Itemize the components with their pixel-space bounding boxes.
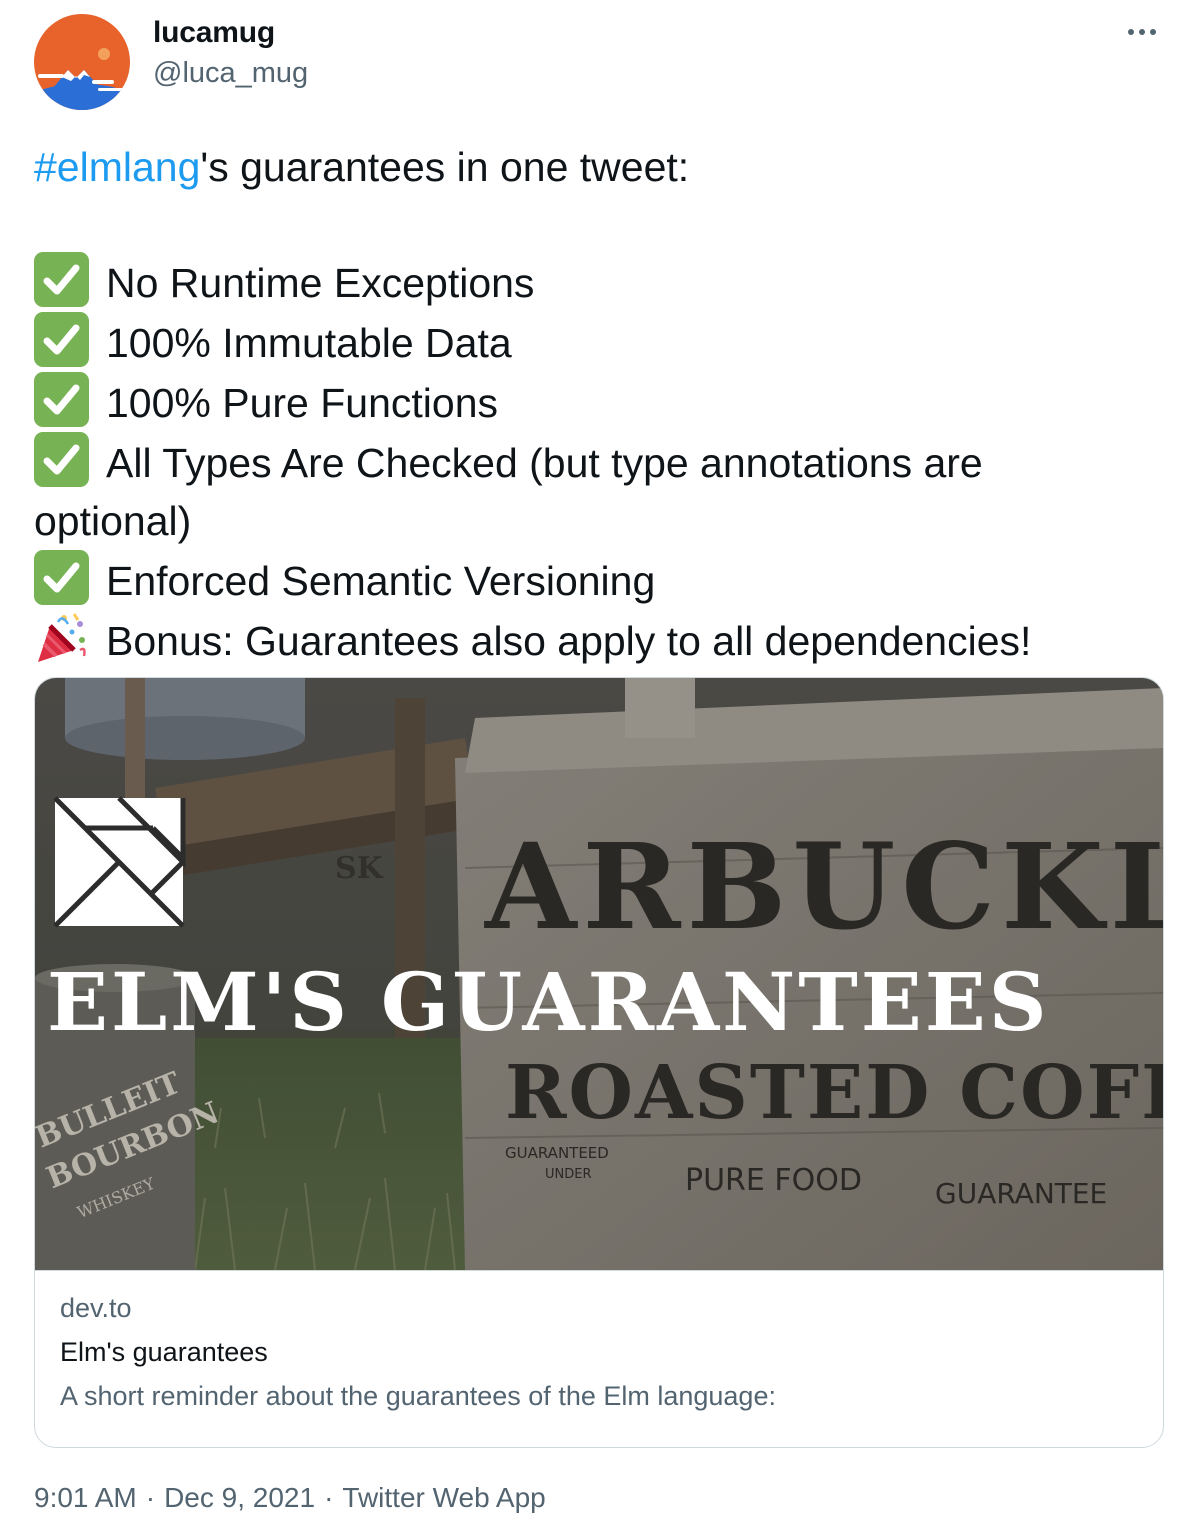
check-mark-button-icon: [34, 312, 89, 367]
tweet-time[interactable]: 9:01 AM: [34, 1482, 137, 1513]
card-image-illustration: ARBUCKL ROASTED COFFE GUARANTEED UNDER P…: [35, 678, 1163, 1270]
more-horizontal-icon-dot: [1139, 29, 1145, 35]
guarantee-item-text: 100% Pure Functions: [106, 380, 499, 426]
author-handle[interactable]: @luca_mug: [153, 57, 308, 90]
guarantee-item: 100% Immutable Data: [34, 312, 1164, 372]
guarantee-item-continuation: optional): [34, 498, 192, 544]
tweet-date[interactable]: Dec 9, 2021: [164, 1482, 315, 1513]
elm-logo-icon: [53, 796, 186, 928]
footer-separator: ·: [324, 1482, 334, 1513]
card-title: Elm's guarantees: [60, 1337, 268, 1367]
card-meta: dev.to Elm's guarantees A short reminder…: [35, 1270, 1163, 1447]
link-preview-card[interactable]: ARBUCKL ROASTED COFFE GUARANTEED UNDER P…: [34, 677, 1164, 1448]
tweet-intro-line: #elmlang's guarantees in one tweet:: [34, 138, 1164, 196]
guarantee-item: All Types Are Checked (but type annotati…: [34, 432, 1164, 492]
author-display-name[interactable]: lucamug: [153, 16, 275, 50]
guarantee-item: Enforced Semantic Versioning: [34, 550, 1164, 610]
guarantee-item-text: Enforced Semantic Versioning: [106, 558, 656, 604]
more-options-button[interactable]: [1116, 12, 1168, 52]
card-banner-text: ELM'S GUARANTEES: [47, 955, 1050, 1049]
tweet: lucamug @luca_mug #elmlang's guarantees …: [0, 0, 1196, 1540]
tweet-text: #elmlang's guarantees in one tweet: No R…: [34, 138, 1164, 670]
guarantee-item-text: All Types Are Checked (but type annotati…: [106, 440, 983, 486]
guarantee-item-text: No Runtime Exceptions: [106, 260, 535, 306]
guarantee-item: No Runtime Exceptions: [34, 252, 1164, 312]
card-image: ARBUCKL ROASTED COFFE GUARANTEED UNDER P…: [35, 678, 1163, 1270]
card-description: A short reminder about the guarantees of…: [60, 1381, 776, 1411]
check-mark-button-icon: [34, 372, 89, 427]
more-horizontal-icon: [1128, 29, 1134, 35]
check-mark-button-icon: [34, 432, 89, 487]
bonus-item: Bonus: Guarantees also apply to all depe…: [34, 610, 1164, 670]
guarantee-item-text: 100% Immutable Data: [106, 320, 512, 366]
guarantee-item: 100% Pure Functions: [34, 372, 1164, 432]
tweet-intro-text: 's guarantees in one tweet:: [200, 144, 690, 190]
more-horizontal-icon-dot: [1150, 29, 1156, 35]
footer-separator: ·: [145, 1482, 156, 1513]
party-popper-icon: [34, 610, 89, 665]
mount-fuji-avatar-icon: [34, 14, 130, 110]
tweet-source[interactable]: Twitter Web App: [342, 1482, 545, 1513]
bonus-item-text: Bonus: Guarantees also apply to all depe…: [106, 618, 1032, 664]
hashtag-link[interactable]: #elmlang: [34, 144, 200, 190]
card-domain: dev.to: [60, 1293, 132, 1323]
check-mark-button-icon: [34, 550, 89, 605]
avatar[interactable]: [34, 14, 130, 110]
check-mark-button-icon: [34, 252, 89, 307]
tweet-footer: 9:01 AM · Dec 9, 2021 · Twitter Web App: [34, 1482, 546, 1514]
